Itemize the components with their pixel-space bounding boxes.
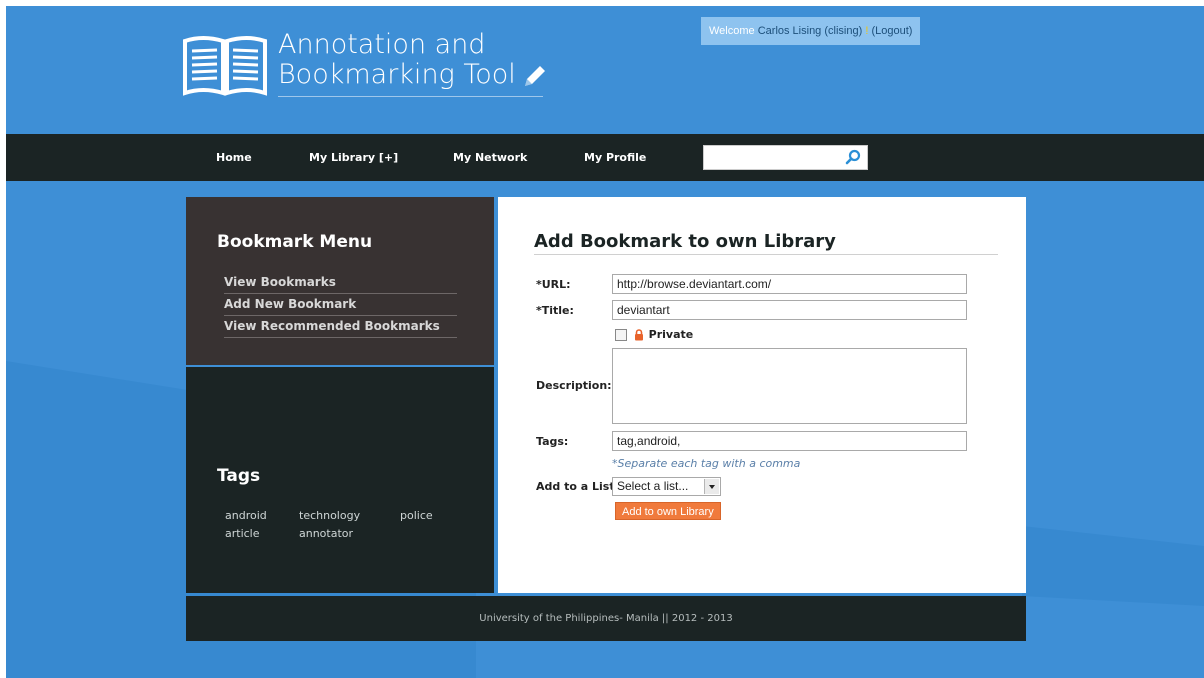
title-label: *Title: [536, 304, 574, 317]
list-select[interactable]: Select a list... [612, 477, 721, 496]
title-field[interactable]: deviantart [612, 300, 967, 320]
tag-link[interactable]: article [225, 527, 260, 540]
tags-field[interactable]: tag,android, [612, 431, 967, 451]
tags-panel: Tags android technology police article a… [186, 367, 494, 593]
main-nav: Home My Library [+] My Network My Profil… [6, 134, 1204, 181]
search-box [703, 145, 868, 170]
menu-link-view-bookmarks[interactable]: View Bookmarks [224, 272, 457, 294]
search-input[interactable] [704, 146, 842, 169]
book-icon [183, 36, 267, 96]
tag-link[interactable]: technology [299, 509, 360, 522]
form-title: Add Bookmark to own Library [534, 231, 836, 252]
nav-item-my-network[interactable]: My Network [453, 134, 527, 181]
list-label: Add to a List [536, 480, 615, 493]
nav-item-home[interactable]: Home [216, 134, 252, 181]
tag-link[interactable]: police [400, 509, 433, 522]
url-label: *URL: [536, 278, 571, 291]
tag-link[interactable]: android [225, 509, 267, 522]
page-frame: Annotation and Bookmarking Tool Welcome … [6, 6, 1204, 678]
welcome-user[interactable]: Carlos Lising (clising) [758, 25, 863, 37]
tag-link[interactable]: annotator [299, 527, 353, 540]
menu-link-add-new-bookmark[interactable]: Add New Bookmark [224, 294, 457, 316]
logo-line-1: Annotation and [278, 29, 486, 60]
add-to-library-button[interactable]: Add to own Library [615, 502, 721, 520]
private-option: Private [615, 327, 693, 341]
tags-hint: *Separate each tag with a comma [612, 457, 801, 470]
welcome-exclamation: ! [865, 25, 869, 37]
lock-icon [634, 328, 643, 340]
logo-underline [278, 96, 543, 97]
url-field[interactable]: http://browse.deviantart.com/ [612, 274, 967, 294]
description-field[interactable] [612, 348, 967, 424]
add-bookmark-form: Add Bookmark to own Library *URL: http:/… [498, 197, 1026, 593]
bookmark-menu-title: Bookmark Menu [217, 232, 373, 252]
bookmark-menu-panel: Bookmark Menu View Bookmarks Add New Boo… [186, 197, 494, 365]
welcome-bar: Welcome Carlos Lising (clising) ! (Logou… [701, 17, 921, 45]
list-select-value: Select a list... [617, 479, 689, 493]
page-footer: University of the Philippines- Manila ||… [186, 596, 1026, 641]
menu-link-view-recommended[interactable]: View Recommended Bookmarks [224, 316, 457, 338]
private-label: Private [648, 328, 694, 341]
logout-link[interactable]: (Logout) [871, 25, 912, 37]
tags-title: Tags [217, 466, 261, 486]
pencil-icon [524, 65, 545, 86]
logo-line-2: Bookmarking Tool [278, 59, 516, 90]
search-icon[interactable] [845, 149, 861, 165]
logo-text: Annotation and Bookmarking Tool [278, 30, 548, 90]
description-label: Description: [536, 379, 612, 392]
welcome-prefix: Welcome [709, 25, 755, 37]
chevron-down-icon[interactable] [704, 479, 719, 494]
nav-item-my-library[interactable]: My Library [+] [309, 134, 398, 181]
nav-item-my-profile[interactable]: My Profile [584, 134, 646, 181]
bookmark-menu-list: View Bookmarks Add New Bookmark View Rec… [224, 272, 457, 338]
private-checkbox[interactable] [615, 328, 627, 341]
tags-label: Tags: [536, 435, 569, 448]
title-divider [534, 254, 998, 255]
